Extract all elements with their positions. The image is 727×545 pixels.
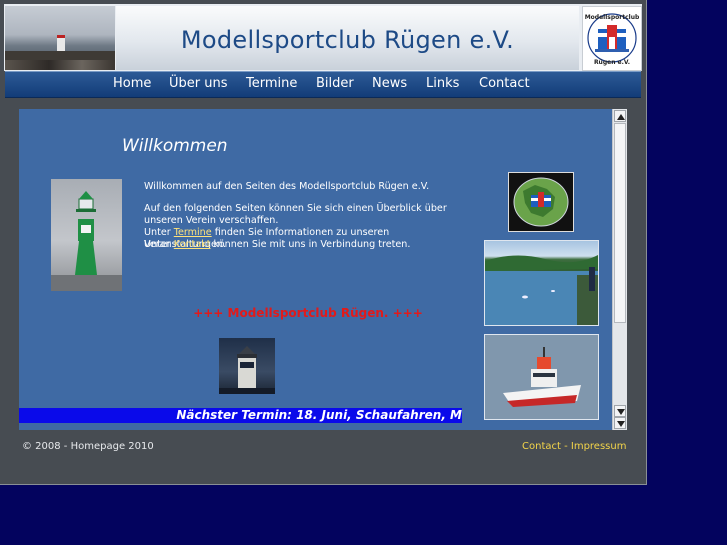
chevron-up-icon bbox=[617, 114, 625, 120]
nav-item-termine[interactable]: Termine bbox=[246, 76, 297, 91]
date-ticker: Nächster Termin: 18. Juni, Schaufahren, … bbox=[19, 408, 462, 423]
header: Modellsportclub Rügen e.V. Modellsportcl… bbox=[4, 4, 642, 71]
page-frame: Modellsportclub Rügen e.V. Modellsportcl… bbox=[0, 0, 647, 485]
content-scrollbar[interactable] bbox=[612, 109, 627, 430]
intro-text: Willkommen auf den Seiten des Modellspor… bbox=[144, 181, 430, 192]
nav-item-home[interactable]: Home bbox=[113, 76, 151, 91]
scroll-up-button[interactable] bbox=[614, 110, 626, 122]
nav-item-contact[interactable]: Contact bbox=[479, 76, 530, 91]
rescue-ship-image bbox=[485, 335, 598, 419]
footer-contact-link[interactable]: Contact bbox=[522, 441, 561, 452]
nav-item-ueber-uns[interactable]: Über uns bbox=[169, 76, 228, 91]
main-nav: Home Über uns Termine Bilder News Links … bbox=[5, 71, 641, 98]
rescue-ship-photo bbox=[484, 334, 599, 420]
footer-copyright: © 2008 - Homepage 2010 bbox=[22, 441, 154, 452]
harbor-lighthouse-shape bbox=[57, 35, 65, 52]
club-marquee: +++ Modellsportclub Rügen. +++ bbox=[193, 306, 423, 320]
chevron-down-icon bbox=[617, 421, 625, 427]
footer-separator: - bbox=[560, 441, 571, 452]
kontakt-link[interactable]: Kontakt bbox=[174, 239, 211, 250]
pier-shape bbox=[5, 51, 115, 60]
green-lighthouse-photo bbox=[51, 179, 122, 291]
scroll-thumb[interactable] bbox=[614, 123, 626, 323]
night-lighthouse-image bbox=[219, 346, 275, 394]
rocks-shape bbox=[5, 60, 115, 70]
termine-link[interactable]: Termine bbox=[174, 227, 212, 238]
lake-photo bbox=[484, 240, 599, 326]
chevron-down-icon bbox=[617, 409, 625, 415]
header-harbor-photo bbox=[5, 6, 115, 70]
overview-text: Auf den folgenden Seiten können Sie sich… bbox=[144, 203, 447, 226]
footer-links: Contact - Impressum bbox=[522, 441, 626, 452]
lighthouse-image bbox=[51, 191, 122, 291]
island-map-logo bbox=[508, 172, 574, 232]
content-area: Willkommen Willkommen auf den Seiten des… bbox=[19, 109, 627, 430]
night-lighthouse-photo bbox=[219, 338, 275, 394]
svg-text:Rügen e.V.: Rügen e.V. bbox=[594, 59, 630, 66]
island-map-icon bbox=[513, 177, 569, 227]
club-logo-icon: Modellsportclub Rügen e.V. bbox=[585, 13, 640, 66]
scroll-down-button-2[interactable] bbox=[614, 417, 626, 429]
ticker-text: Nächster Termin: 18. Juni, Schaufahren, … bbox=[176, 408, 462, 422]
nav-item-news[interactable]: News bbox=[372, 76, 407, 91]
welcome-heading: Willkommen bbox=[122, 136, 228, 156]
club-logo: Modellsportclub Rügen e.V. bbox=[582, 6, 642, 71]
site-title: Modellsportclub Rügen e.V. bbox=[180, 26, 515, 54]
lake-image bbox=[485, 255, 598, 325]
header-title-band: Modellsportclub Rügen e.V. bbox=[116, 6, 579, 70]
nav-item-bilder[interactable]: Bilder bbox=[316, 76, 354, 91]
nav-item-links[interactable]: Links bbox=[426, 76, 459, 91]
footer-impressum-link[interactable]: Impressum bbox=[571, 441, 627, 452]
svg-text:Modellsportclub: Modellsportclub bbox=[585, 14, 640, 21]
kontakt-line: Unter Kontakt können Sie mit uns in Verb… bbox=[144, 239, 411, 250]
scroll-down-button[interactable] bbox=[614, 405, 626, 417]
content-scroll-pane: Willkommen Willkommen auf den Seiten des… bbox=[19, 109, 612, 430]
